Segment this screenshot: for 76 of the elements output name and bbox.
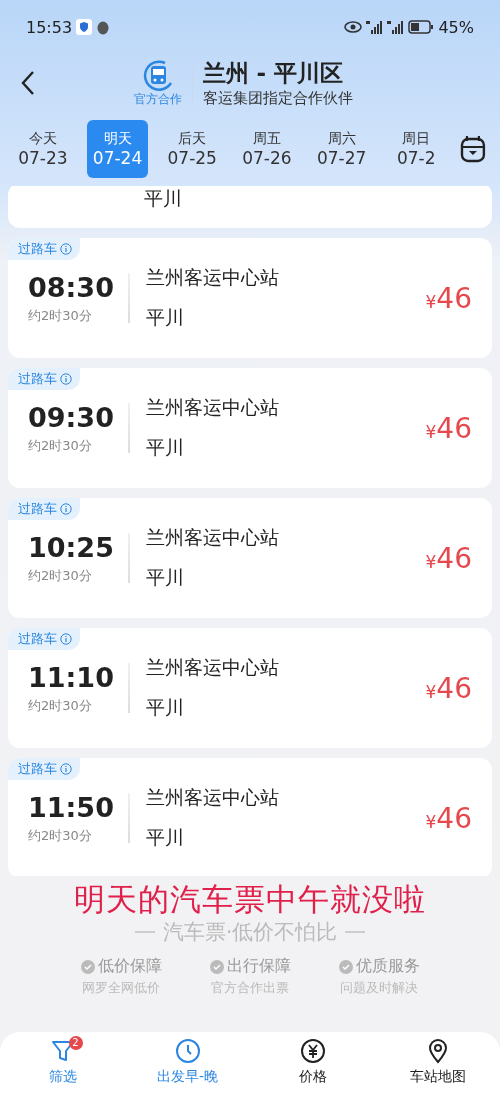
- info-icon: [60, 763, 72, 775]
- departure-station: 兰州客运中心站: [146, 525, 280, 550]
- trip-duration: 约2时30分: [28, 566, 93, 585]
- info-icon: [60, 373, 72, 385]
- guarantee-title: 出行保障: [226, 956, 291, 977]
- date-tab[interactable]: 今天 07-23: [12, 120, 74, 178]
- arrival-station: 平川: [144, 186, 182, 211]
- battery-level: 45%: [438, 17, 474, 37]
- caption-text: 明天的汽车票中午就没啦: [74, 880, 426, 918]
- trip-card[interactable]: 过路车 11:50 约2时30分 兰州客运中心站 平川 ¥46: [8, 758, 492, 876]
- ticket-price: ¥46: [425, 281, 472, 315]
- calendar-icon[interactable]: [460, 135, 486, 163]
- count-badge: 2: [68, 1036, 83, 1050]
- guarantee-title: 优质服务: [355, 956, 420, 977]
- arrival-station: 平川: [146, 565, 185, 590]
- battery-icon: [408, 20, 435, 34]
- trip-duration: 约2时30分: [28, 696, 93, 715]
- arrival-station: 平川: [146, 825, 185, 850]
- arrival-station: 平川: [146, 435, 185, 460]
- info-icon: [60, 243, 72, 255]
- departure-station: 兰州客运中心站: [146, 785, 280, 810]
- ticket-price: ¥46: [425, 411, 472, 445]
- trip-card[interactable]: 过路车 09:30 约2时30分 兰州客运中心站 平川 ¥46: [8, 368, 492, 488]
- trip-duration: 约2时30分: [28, 436, 93, 455]
- departure-time: 11:10: [28, 661, 115, 693]
- nav-item[interactable]: 价格: [250, 1038, 375, 1106]
- partner-label: 官方合作: [133, 90, 182, 108]
- signal-icon: [387, 20, 405, 34]
- departure-time: 08:30: [28, 271, 115, 303]
- badge-icon: [338, 959, 353, 974]
- date-tab[interactable]: 后天 07-25: [161, 120, 224, 178]
- trip-card[interactable]: 过路车 10:25 约2时30分 兰州客运中心站 平川 ¥46: [8, 498, 492, 618]
- back-icon[interactable]: [20, 70, 36, 96]
- departure-time: 11:50: [28, 791, 115, 823]
- clock-icon: [174, 1038, 201, 1064]
- badge-icon: [80, 959, 95, 974]
- route-subtitle: 客运集团指定合作伙伴: [202, 89, 353, 108]
- date-tab[interactable]: 明天 07-24: [86, 120, 149, 178]
- status-time: 15:53: [26, 17, 73, 37]
- date-tab[interactable]: 周日 07-2: [385, 120, 448, 178]
- badge-icon: [209, 959, 224, 974]
- info-icon: [60, 503, 72, 515]
- ticket-price: ¥46: [425, 801, 472, 835]
- yen-icon: [299, 1038, 326, 1064]
- trip-duration: 约2时30分: [28, 306, 93, 325]
- tag-label: 过路车: [18, 240, 57, 258]
- ticket-price: ¥46: [425, 541, 472, 575]
- trip-card[interactable]: 过路车 08:30 约2时30分 兰州客运中心站 平川 ¥46: [8, 238, 492, 358]
- route-title: 兰州 - 平川区: [202, 59, 345, 88]
- nav-item[interactable]: 车站地图: [375, 1038, 500, 1106]
- trip-card[interactable]: 平川: [8, 186, 492, 228]
- signal-icon: [366, 20, 384, 34]
- departure-station: 兰州客运中心站: [146, 655, 280, 680]
- shield-icon: [76, 19, 93, 35]
- arrival-station: 平川: [146, 695, 185, 720]
- guarantee-title: 低价保障: [97, 956, 162, 977]
- tag-label: 过路车: [18, 760, 57, 778]
- departure-time: 10:25: [28, 531, 115, 563]
- tag-label: 过路车: [18, 370, 57, 388]
- info-icon: [60, 633, 72, 645]
- date-tab[interactable]: 周六 07-27: [310, 120, 373, 178]
- nav-item[interactable]: 出发早-晚: [125, 1038, 250, 1106]
- departure-time: 09:30: [28, 401, 115, 433]
- nav-item[interactable]: 2 筛选: [0, 1038, 125, 1106]
- slogan-text: 汽车票·低价不怕比: [162, 919, 338, 946]
- tag-label: 过路车: [18, 500, 57, 518]
- arrival-station: 平川: [146, 305, 185, 330]
- ticket-price: ¥46: [425, 671, 472, 705]
- date-tab[interactable]: 周五 07-26: [236, 120, 298, 178]
- trip-card[interactable]: 过路车 11:10 约2时30分 兰州客运中心站 平川 ¥46: [8, 628, 492, 748]
- departure-station: 兰州客运中心站: [146, 265, 280, 290]
- departure-station: 兰州客运中心站: [146, 395, 280, 420]
- map-pin-icon: [426, 1038, 449, 1064]
- trip-duration: 约2时30分: [28, 826, 93, 845]
- eye-icon: [344, 21, 363, 33]
- tag-label: 过路车: [18, 630, 57, 648]
